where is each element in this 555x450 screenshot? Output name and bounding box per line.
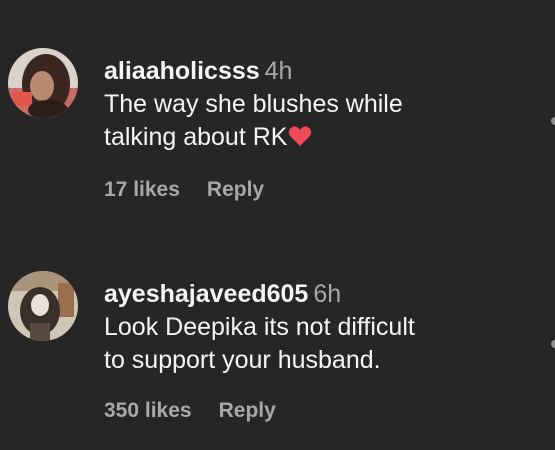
avatar[interactable] <box>8 271 78 341</box>
comment-text-line: The way she blushes while <box>104 90 403 118</box>
comment-text-line: to support your husband. <box>104 346 381 374</box>
like-dot-icon[interactable] <box>551 340 555 348</box>
like-dot-icon[interactable] <box>551 117 555 125</box>
reply-button[interactable]: Reply <box>219 399 276 422</box>
username[interactable]: aliaaholicsss <box>104 57 260 85</box>
heart-emoji-icon <box>288 123 312 156</box>
comment-text: Look Deepika its not difficult to suppor… <box>104 311 524 377</box>
comment-text: The way she blushes while talking about … <box>104 88 524 156</box>
avatar[interactable] <box>8 48 78 118</box>
comment-text-line: Look Deepika its not difficult <box>104 313 415 341</box>
comment-time: 6h <box>313 280 342 308</box>
comment-text-line: talking about RK <box>104 123 288 151</box>
likes-count[interactable]: 350 likes <box>104 399 192 422</box>
likes-count[interactable]: 17 likes <box>104 178 180 201</box>
comment-time: 4h <box>264 57 293 85</box>
username[interactable]: ayeshajaveed605 <box>104 280 308 308</box>
reply-button[interactable]: Reply <box>207 178 264 201</box>
